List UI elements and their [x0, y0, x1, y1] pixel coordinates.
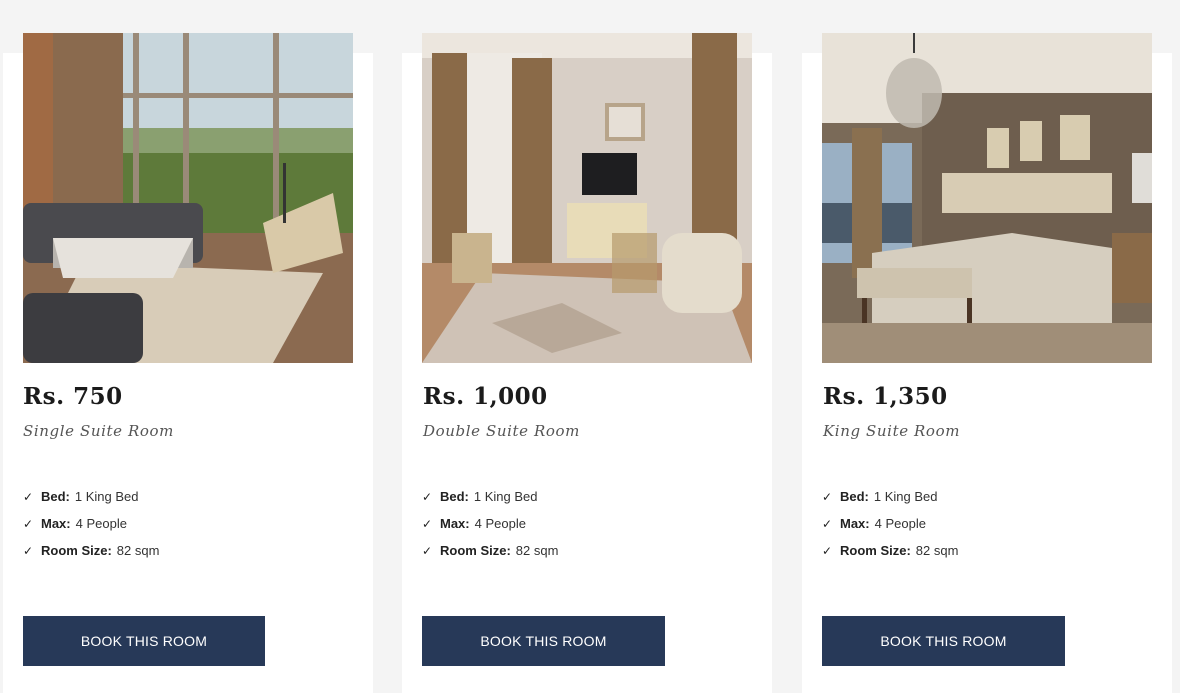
check-icon: ✓ [23, 544, 34, 558]
book-room-button[interactable]: BOOK THIS ROOM [422, 616, 665, 666]
feature-max: ✓ Max: 4 People [23, 514, 127, 534]
book-room-button[interactable]: BOOK THIS ROOM [23, 616, 265, 666]
feature-bed: ✓ Bed: 1 King Bed [422, 487, 538, 507]
feature-bed: ✓ Bed: 1 King Bed [23, 487, 139, 507]
feature-max: ✓ Max: 4 People [822, 514, 926, 534]
feature-room-size: ✓ Room Size: 82 sqm [822, 541, 958, 561]
room-name: Double Suite Room [423, 422, 580, 440]
living-room-image [23, 33, 353, 363]
feature-bed: ✓ Bed: 1 King Bed [822, 487, 938, 507]
check-icon: ✓ [422, 517, 433, 531]
room-name: Single Suite Room [23, 422, 174, 440]
room-price: Rs. 1,000 [423, 383, 548, 410]
check-icon: ✓ [422, 490, 433, 504]
check-icon: ✓ [23, 517, 34, 531]
book-room-button[interactable]: BOOK THIS ROOM [822, 616, 1065, 666]
check-icon: ✓ [23, 490, 34, 504]
bedroom-image [822, 33, 1152, 363]
sitting-room-image [422, 33, 752, 363]
check-icon: ✓ [822, 490, 833, 504]
feature-max: ✓ Max: 4 People [422, 514, 526, 534]
room-name: King Suite Room [823, 422, 961, 440]
room-price: Rs. 1,350 [823, 383, 948, 410]
check-icon: ✓ [822, 517, 833, 531]
feature-room-size: ✓ Room Size: 82 sqm [23, 541, 159, 561]
room-photo-double-suite[interactable] [422, 33, 752, 363]
feature-room-size: ✓ Room Size: 82 sqm [422, 541, 558, 561]
check-icon: ✓ [822, 544, 833, 558]
room-photo-king-suite[interactable] [822, 33, 1152, 363]
room-price: Rs. 750 [23, 383, 123, 410]
check-icon: ✓ [422, 544, 433, 558]
room-photo-single-suite[interactable] [23, 33, 353, 363]
